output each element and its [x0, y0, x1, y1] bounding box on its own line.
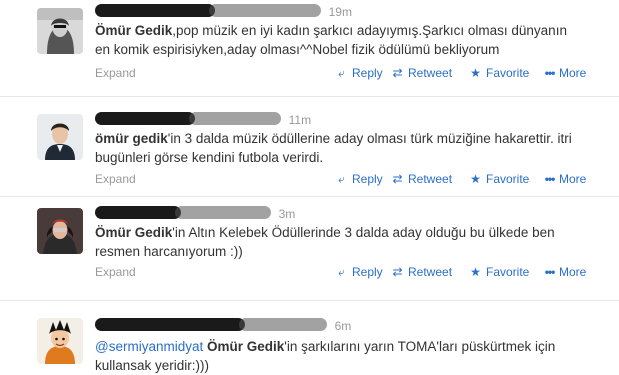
redacted-handle — [209, 4, 321, 17]
more-dots-icon: ••• — [544, 172, 556, 186]
tweet-time[interactable]: 19m — [329, 5, 352, 19]
redacted-handle — [239, 318, 327, 331]
retweet-label: Retweet — [408, 265, 453, 279]
text-segment: en komik espirisiyken,aday olması^^Nobel… — [95, 42, 500, 57]
retweet-button[interactable]: ⇄ Retweet — [391, 264, 452, 280]
divider — [0, 300, 619, 301]
tweet-text: Ömür Gedik'in Altın Kelebek Ödüllerinde … — [95, 223, 595, 261]
divider — [0, 96, 619, 97]
tweet-line: @sermiyanmidyat Ömür Gedik'in şarkıların… — [95, 337, 595, 356]
tweet-feed: 19m Ömür Gedik,pop müzik en iyi kadın şa… — [0, 0, 619, 375]
reply-button[interactable]: ⤶ Reply — [335, 65, 383, 81]
more-label: More — [559, 265, 587, 279]
reply-button[interactable]: ⤶ Reply — [335, 264, 383, 280]
more-button[interactable]: ••• More — [543, 65, 587, 81]
favorite-label: Favorite — [486, 265, 530, 279]
redacted-username — [95, 4, 215, 17]
more-dots-icon: ••• — [544, 66, 556, 80]
retweet-button[interactable]: ⇄ Retweet — [391, 65, 452, 81]
reply-label: Reply — [352, 172, 383, 186]
favorite-label: Favorite — [486, 172, 530, 186]
tweet-line: resmen harcanıyorum :)) — [95, 242, 595, 261]
tweet-line: bugünleri görse kendini futbola verirdi. — [95, 148, 595, 167]
divider — [0, 196, 619, 197]
text-segment: kullansak yeridir:))) — [95, 358, 210, 373]
avatar[interactable] — [37, 208, 83, 254]
expand-link[interactable]: Expand — [95, 65, 136, 81]
text-segment: 'in Altın Kelebek Ödüllerinde 3 dalda ad… — [172, 225, 555, 240]
tweet-header: 11m — [95, 112, 311, 128]
tweet-line: en komik espirisiyken,aday olması^^Nobel… — [95, 40, 595, 59]
retweet-arrows-icon: ⇄ — [392, 66, 403, 80]
tweet-actions: Expand ⤶ Reply ⇄ Retweet ★ Favorite ••• More — [95, 264, 595, 280]
tweet-2[interactable]: 11m ömür gedik'in 3 dalda müzik ödülleri… — [0, 104, 619, 194]
tweet-line: ömür gedik'in 3 dalda müzik ödüllerine a… — [95, 129, 595, 148]
retweet-arrows-icon: ⇄ — [392, 172, 403, 186]
tweet-actions: Expand ⤶ Reply ⇄ Retweet ★ Favorite ••• More — [95, 171, 595, 187]
favorite-button[interactable]: ★ Favorite — [469, 171, 529, 187]
text-segment: 'in şarkılarını yarın TOMA'ları püskürtm… — [284, 339, 556, 354]
tweet-header: 3m — [95, 206, 295, 222]
more-label: More — [559, 66, 587, 80]
tweet-text: ömür gedik'in 3 dalda müzik ödüllerine a… — [95, 129, 595, 167]
text-segment: resmen harcanıyorum :)) — [95, 244, 243, 259]
reply-label: Reply — [352, 66, 383, 80]
reply-button[interactable]: ⤶ Reply — [335, 171, 383, 187]
redacted-username — [95, 206, 181, 219]
text-segment: bugünleri görse kendini futbola verirdi. — [95, 150, 324, 165]
star-icon: ★ — [470, 172, 481, 186]
tweet-header: 6m — [95, 318, 351, 334]
redacted-username — [95, 318, 245, 331]
more-label: More — [559, 172, 587, 186]
more-button[interactable]: ••• More — [543, 171, 587, 187]
name-mention[interactable]: Ömür Gedik — [95, 23, 172, 38]
star-icon: ★ — [470, 66, 481, 80]
tweet-4[interactable]: 6m @sermiyanmidyat Ömür Gedik'in şarkıla… — [0, 304, 619, 375]
favorite-label: Favorite — [486, 66, 530, 80]
reply-arrow-icon: ⤶ — [338, 172, 345, 186]
name-mention[interactable]: ömür gedik — [95, 131, 168, 146]
retweet-arrows-icon: ⇄ — [392, 265, 403, 279]
redacted-username — [95, 112, 195, 125]
expand-link[interactable]: Expand — [95, 171, 136, 187]
retweet-label: Retweet — [408, 66, 453, 80]
avatar[interactable] — [37, 8, 83, 54]
name-mention[interactable]: Ömür Gedik — [95, 225, 172, 240]
tweet-1[interactable]: 19m Ömür Gedik,pop müzik en iyi kadın şa… — [0, 0, 619, 93]
reply-arrow-icon: ⤶ — [338, 265, 345, 279]
tweet-line: Ömür Gedik,pop müzik en iyi kadın şarkıc… — [95, 21, 595, 40]
reply-arrow-icon: ⤶ — [338, 66, 345, 80]
tweet-time[interactable]: 11m — [289, 113, 311, 127]
tweet-actions: Expand ⤶ Reply ⇄ Retweet ★ Favorite ••• More — [95, 65, 595, 81]
favorite-button[interactable]: ★ Favorite — [469, 264, 529, 280]
more-dots-icon: ••• — [544, 265, 556, 279]
reply-label: Reply — [352, 265, 383, 279]
avatar[interactable] — [37, 318, 83, 364]
favorite-button[interactable]: ★ Favorite — [469, 65, 529, 81]
avatar[interactable] — [37, 114, 83, 160]
name-mention[interactable]: Ömür Gedik — [207, 339, 284, 354]
redacted-handle — [175, 206, 271, 219]
retweet-button[interactable]: ⇄ Retweet — [391, 171, 452, 187]
text-segment: ,pop müzik en iyi kadın şarkıcı adayıymı… — [172, 23, 567, 38]
tweet-text: Ömür Gedik,pop müzik en iyi kadın şarkıc… — [95, 21, 595, 59]
tweet-text: @sermiyanmidyat Ömür Gedik'in şarkıların… — [95, 337, 595, 375]
more-button[interactable]: ••• More — [543, 264, 587, 280]
tweet-header: 19m — [95, 4, 352, 20]
tweet-line: Ömür Gedik'in Altın Kelebek Ödüllerinde … — [95, 223, 595, 242]
tweet-time[interactable]: 6m — [335, 319, 352, 333]
redacted-handle — [189, 112, 281, 125]
expand-link[interactable]: Expand — [95, 264, 136, 280]
retweet-label: Retweet — [408, 172, 453, 186]
star-icon: ★ — [470, 265, 481, 279]
tweet-3[interactable]: 3m Ömür Gedik'in Altın Kelebek Ödüllerin… — [0, 200, 619, 296]
mention-link[interactable]: @sermiyanmidyat — [95, 339, 203, 354]
text-segment: 'in 3 dalda müzik ödüllerine aday olması… — [167, 131, 572, 146]
tweet-time[interactable]: 3m — [279, 207, 296, 221]
tweet-line: kullansak yeridir:))) — [95, 356, 595, 375]
